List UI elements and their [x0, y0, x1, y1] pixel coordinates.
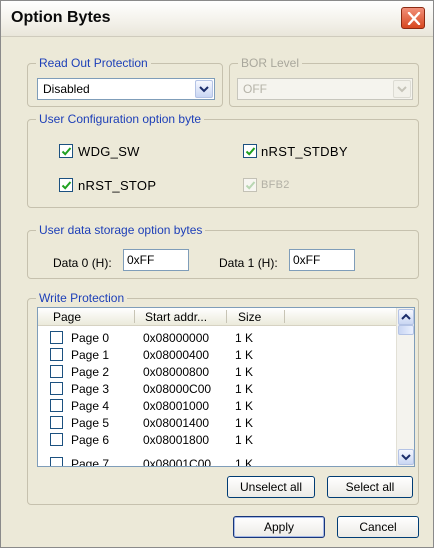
page-start-address: 0x08000400	[143, 348, 210, 362]
bor-level-legend: BOR Level	[241, 56, 300, 70]
column-header-size[interactable]: Size	[238, 310, 261, 324]
read-out-protection-select[interactable]: Disabled	[37, 78, 215, 100]
nrst-stdby-label: nRST_STDBY	[261, 144, 348, 159]
scroll-thumb[interactable]	[398, 325, 414, 335]
dropdown-arrow[interactable]	[195, 80, 213, 98]
page-start-address: 0x08001000	[143, 399, 210, 413]
list-item[interactable]: Page 0 0x08000000 1 K	[38, 330, 396, 345]
nrst-stop-label: nRST_STOP	[78, 178, 157, 193]
nrst-stop-checkbox[interactable]	[59, 178, 73, 192]
user-config-group: User Configuration option byte	[27, 112, 419, 208]
list-header: Page Start addr... Size	[38, 308, 396, 326]
list-item[interactable]: Page 6 0x08001800 1 K	[38, 432, 396, 447]
data1-label: Data 1 (H):	[219, 256, 278, 270]
nrst-stdby-checkbox[interactable]	[243, 144, 257, 158]
bfb2-label: BFB2	[261, 179, 290, 191]
page-checkbox[interactable]	[50, 433, 63, 446]
page-name: Page 1	[71, 348, 110, 362]
page-size: 1 K	[235, 399, 254, 413]
page-size: 1 K	[235, 365, 254, 379]
user-config-legend: User Configuration option byte	[39, 112, 202, 126]
page-start-address: 0x08001C00	[143, 457, 212, 467]
list-item[interactable]: Page 7 0x08001C00 1 K	[38, 456, 396, 467]
column-divider[interactable]	[226, 310, 227, 323]
page-checkbox[interactable]	[50, 416, 63, 429]
wdg-sw-checkbox[interactable]	[59, 144, 73, 158]
apply-button[interactable]: Apply	[233, 516, 325, 538]
page-name: Page 7	[71, 457, 110, 467]
page-size: 1 K	[235, 416, 254, 430]
page-start-address: 0x08000C00	[143, 382, 212, 396]
cancel-button[interactable]: Cancel	[337, 516, 419, 538]
list-item[interactable]: Page 2 0x08000800 1 K	[38, 364, 396, 379]
user-data-legend: User data storage option bytes	[39, 223, 203, 237]
data1-input[interactable]: 0xFF	[289, 249, 355, 271]
page-checkbox[interactable]	[50, 348, 63, 361]
page-start-address: 0x08001800	[143, 433, 210, 447]
page-checkbox[interactable]	[50, 399, 63, 412]
unselect-all-button[interactable]: Unselect all	[227, 476, 315, 498]
chevron-down-icon	[397, 86, 407, 93]
read-out-protection-legend: Read Out Protection	[39, 56, 148, 70]
list-item[interactable]: Page 4 0x08001000 1 K	[38, 398, 396, 413]
page-name: Page 0	[71, 331, 110, 345]
select-all-button[interactable]: Select all	[327, 476, 413, 498]
page-name: Page 2	[71, 365, 110, 379]
column-header-page[interactable]: Page	[53, 310, 81, 324]
close-button[interactable]	[401, 7, 425, 29]
data0-label: Data 0 (H):	[53, 256, 112, 270]
bor-level-select: OFF	[237, 78, 413, 100]
page-list[interactable]: Page Start addr... Size Page 0 0x0800000…	[37, 307, 415, 467]
page-name: Page 6	[71, 433, 110, 447]
page-name: Page 5	[71, 416, 110, 430]
page-start-address: 0x08001400	[143, 416, 210, 430]
close-icon	[407, 12, 421, 25]
page-checkbox[interactable]	[50, 331, 63, 344]
bfb2-checkbox	[243, 178, 257, 192]
page-size: 1 K	[235, 348, 254, 362]
page-size: 1 K	[235, 457, 254, 467]
window-title: Option Bytes	[11, 9, 111, 26]
page-start-address: 0x08000800	[143, 365, 210, 379]
chevron-down-icon	[401, 454, 411, 461]
option-bytes-dialog: Option Bytes Read Out Protection Disable…	[0, 0, 434, 548]
column-header-start-address[interactable]: Start addr...	[145, 310, 207, 324]
wdg-sw-label: WDG_SW	[78, 144, 140, 159]
bor-level-value: OFF	[243, 82, 267, 96]
page-start-address: 0x08000000	[143, 331, 210, 345]
checkmark-icon	[245, 147, 256, 156]
chevron-down-icon	[199, 86, 209, 93]
checkmark-icon	[61, 181, 72, 190]
checkmark-icon	[61, 147, 72, 156]
scroll-up-button[interactable]	[398, 309, 414, 325]
page-checkbox[interactable]	[50, 365, 63, 378]
title-bar[interactable]: Option Bytes	[1, 1, 433, 37]
page-checkbox[interactable]	[50, 457, 63, 466]
page-size: 1 K	[235, 433, 254, 447]
checkmark-icon	[245, 181, 256, 190]
page-size: 1 K	[235, 331, 254, 345]
list-item[interactable]: Page 1 0x08000400 1 K	[38, 347, 396, 362]
read-out-protection-value: Disabled	[43, 82, 90, 96]
list-item[interactable]: Page 5 0x08001400 1 K	[38, 415, 396, 430]
page-name: Page 3	[71, 382, 110, 396]
column-divider[interactable]	[284, 310, 285, 323]
page-checkbox[interactable]	[50, 382, 63, 395]
scroll-down-button[interactable]	[398, 449, 414, 465]
column-divider[interactable]	[134, 310, 135, 323]
user-data-group: User data storage option bytes	[27, 223, 419, 279]
write-protection-legend: Write Protection	[39, 291, 125, 305]
chevron-up-icon	[401, 313, 411, 320]
data0-input[interactable]: 0xFF	[123, 249, 189, 271]
page-size: 1 K	[235, 382, 254, 396]
list-item[interactable]: Page 3 0x08000C00 1 K	[38, 381, 396, 396]
vertical-scrollbar[interactable]	[396, 308, 414, 466]
page-name: Page 4	[71, 399, 110, 413]
dropdown-arrow	[393, 80, 411, 98]
